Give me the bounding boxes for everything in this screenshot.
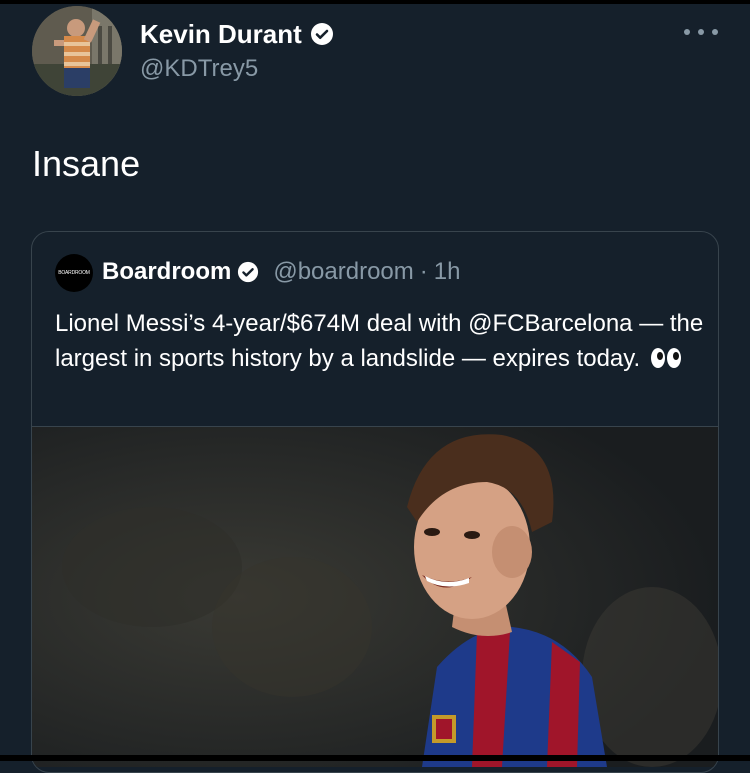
quoted-tweet-card[interactable]: BOARDROOM Boardroom @boardroom · 1h Lion… [31,231,719,773]
eye [650,348,665,368]
separator-dot: · [419,258,428,285]
dot [698,29,704,35]
quoted-media-photo[interactable] [32,426,718,767]
dot [712,29,718,35]
quoted-author-handle[interactable]: @boardroom [273,256,413,288]
bottom-edge [0,755,750,761]
eye [666,348,681,368]
quoted-timestamp[interactable]: 1h [434,256,461,288]
top-edge [0,0,750,4]
author-name[interactable]: Kevin Durant [140,18,302,50]
verified-badge-icon [310,23,333,45]
quoted-text: Lionel Messi’s 4-year/$674M deal with @F… [55,310,704,372]
eyes-emoji-icon [650,348,681,368]
quoted-author-avatar[interactable]: BOARDROOM [55,254,93,292]
quoted-header: Boardroom @boardroom · 1h [102,256,460,288]
dot [684,29,690,35]
tweet-text: Insane [32,143,141,184]
quoted-text-block: Lionel Messi’s 4-year/$674M deal with @F… [55,306,705,376]
author-handle[interactable]: @KDTrey5 [140,54,258,84]
photo-icon [32,427,718,767]
quoted-author-name[interactable]: Boardroom [102,256,231,288]
avatar-photo-icon [32,6,122,96]
verified-badge-icon [238,261,259,283]
more-options-icon[interactable] [684,22,718,42]
author-name-row[interactable]: Kevin Durant [140,18,334,50]
author-avatar[interactable] [32,6,122,96]
